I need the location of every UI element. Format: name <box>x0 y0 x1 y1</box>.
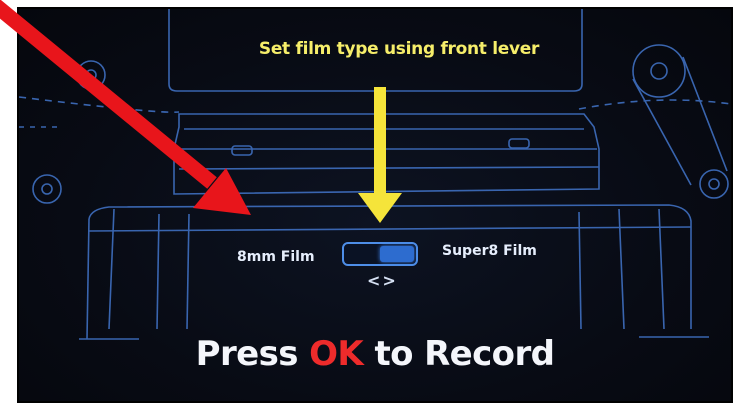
ok-key-label: OK <box>309 334 364 374</box>
film-type-toggle[interactable] <box>342 242 418 266</box>
toggle-knob <box>380 246 414 262</box>
record-prompt-prefix: Press <box>195 334 299 374</box>
instruction-text: Set film type using front lever <box>258 39 540 59</box>
device-screen: Set film type using front lever 8mm Film… <box>17 7 733 403</box>
film-option-super8: Super8 Film <box>442 243 537 259</box>
record-prompt: Press OK to Record <box>19 334 731 374</box>
film-option-8mm: 8mm Film <box>237 249 315 265</box>
chevrons-left-right-icon: <> <box>367 271 398 290</box>
photo-frame: Set film type using front lever 8mm Film… <box>0 0 745 409</box>
arrow-down-icon <box>358 87 402 223</box>
record-prompt-suffix: to Record <box>374 334 555 374</box>
